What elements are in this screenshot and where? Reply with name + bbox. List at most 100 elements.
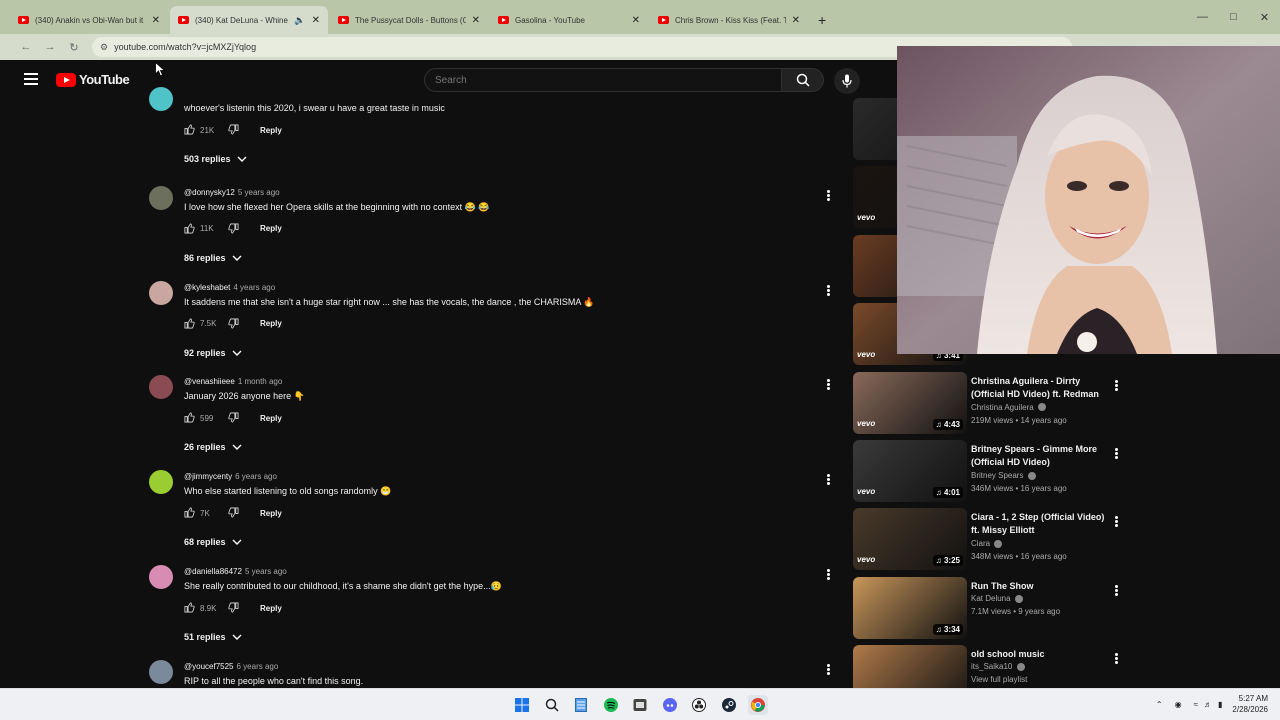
like-icon[interactable] — [184, 602, 196, 614]
comment-more-icon[interactable] — [826, 284, 832, 297]
reply-button[interactable]: Reply — [260, 604, 282, 613]
spotify-icon[interactable] — [601, 695, 621, 715]
tray-chevron-icon[interactable]: ⌃ — [1156, 700, 1163, 709]
tab-close-icon[interactable]: ✕ — [152, 15, 160, 26]
avatar[interactable] — [149, 470, 173, 495]
dislike-icon[interactable] — [228, 318, 240, 330]
video-title[interactable]: Ciara - 1, 2 Step (Official Video) ft. M… — [971, 511, 1111, 537]
author-handle[interactable]: @donnysky12 — [184, 188, 235, 197]
like-icon[interactable] — [184, 412, 196, 424]
video-more-icon[interactable] — [1115, 584, 1120, 597]
windows-start-icon[interactable] — [512, 695, 532, 715]
tab-close-icon[interactable]: ✕ — [632, 15, 640, 26]
steam-icon[interactable] — [719, 695, 739, 715]
tab-close-icon[interactable]: ✕ — [472, 15, 480, 26]
dislike-icon[interactable] — [228, 507, 240, 519]
search-button[interactable] — [782, 68, 824, 92]
close-window-icon[interactable]: ✕ — [1249, 0, 1280, 34]
comment-time[interactable]: 4 years ago — [233, 283, 275, 292]
like-icon[interactable] — [184, 507, 196, 519]
author-handle[interactable]: @jimmycenty — [184, 472, 232, 481]
menu-icon[interactable] — [24, 73, 38, 85]
taskbar-search-icon[interactable] — [542, 695, 562, 715]
notepad-icon[interactable] — [571, 695, 591, 715]
video-title[interactable]: Run The Show — [971, 580, 1111, 593]
reply-button[interactable]: Reply — [260, 414, 282, 423]
dislike-icon[interactable] — [228, 124, 240, 136]
comment-author[interactable]: @kyleshabet 4 years ago — [184, 283, 275, 292]
video-title[interactable]: Britney Spears - Gimme More (Official HD… — [971, 443, 1111, 469]
view-replies-button[interactable]: 92 replies — [184, 348, 242, 358]
tab-close-icon[interactable]: ✕ — [312, 15, 320, 26]
video-more-icon[interactable] — [1115, 516, 1120, 528]
avatar[interactable] — [149, 87, 173, 111]
comment-time[interactable]: 6 years ago — [237, 662, 279, 671]
channel-name[interactable]: its_Saika10 — [971, 662, 1025, 671]
comment-time[interactable]: 5 years ago — [245, 567, 287, 576]
channel-name[interactable]: Britney Spears — [971, 471, 1036, 480]
dislike-icon[interactable] — [228, 412, 240, 424]
comment-more-icon[interactable] — [826, 189, 832, 202]
channel-text[interactable]: its_Saika10 — [971, 662, 1012, 671]
tray-app-icon[interactable]: ◉ — [1175, 700, 1182, 709]
tab-close-icon[interactable]: ✕ — [792, 15, 800, 26]
avatar[interactable] — [149, 375, 173, 400]
recommended-video[interactable]: vevo ♫ 3:25 Ciara - 1, 2 Step (Official Vi… — [853, 508, 1143, 571]
wifi-icon[interactable]: ≈ — [1194, 700, 1198, 709]
comment-more-icon[interactable] — [826, 379, 832, 391]
comment-author[interactable]: @venashiieee 1 month ago — [184, 377, 282, 386]
speaker-icon[interactable]: 🔈 — [294, 15, 305, 26]
video-thumbnail[interactable]: ♫ 3:34 — [853, 576, 967, 639]
view-replies-button[interactable]: 68 replies — [184, 537, 242, 547]
author-handle[interactable]: @venashiieee — [184, 377, 235, 386]
back-icon[interactable]: ← — [14, 41, 38, 53]
video-thumbnail[interactable]: vevo ♫ 3:25 — [853, 508, 967, 571]
recommended-video[interactable]: vevo ♫ 4:01 Britney Spears - Gimme More (O… — [853, 440, 1143, 502]
dislike-icon[interactable] — [228, 602, 240, 614]
recommended-video[interactable]: vevo ♫ 4:43 Christina Aguilera - Dirrty (O… — [853, 371, 1143, 434]
video-title[interactable]: old school music — [971, 648, 1111, 661]
browser-tab[interactable]: Gasolina - YouTube ✕ — [490, 6, 648, 34]
minimize-icon[interactable]: — — [1187, 0, 1218, 34]
avatar[interactable] — [149, 659, 173, 684]
video-thumbnail[interactable]: vevo ♫ 4:01 — [853, 440, 967, 502]
video-thumbnail[interactable]: vevo ♫ 4:43 — [853, 371, 967, 434]
comment-author[interactable]: @youcef7525 6 years ago — [184, 662, 278, 671]
video-more-icon[interactable] — [1115, 653, 1120, 665]
battery-icon[interactable]: ▮ — [1218, 700, 1222, 709]
author-handle[interactable]: @daniella86472 — [184, 567, 242, 576]
browser-tab[interactable]: Chris Brown - Kiss Kiss (Feat. T- ✕ — [650, 6, 808, 34]
view-replies-button[interactable]: 26 replies — [184, 442, 242, 452]
channel-text[interactable]: Kat Deluna — [971, 594, 1011, 603]
clock[interactable]: 5:27 AM 2/28/2026 — [1232, 693, 1268, 715]
browser-tab[interactable]: The Pussycat Dolls - Buttons (O ✕ — [330, 6, 488, 34]
comment-time[interactable]: 1 month ago — [238, 377, 282, 386]
view-replies-button[interactable]: 51 replies — [184, 632, 242, 642]
dislike-icon[interactable] — [228, 223, 240, 235]
reload-icon[interactable]: ↻ — [62, 41, 86, 54]
video-more-icon[interactable] — [1115, 379, 1120, 392]
view-replies-button[interactable]: 86 replies — [184, 253, 242, 263]
obs-icon[interactable] — [689, 695, 709, 715]
view-replies-button[interactable]: 503 replies — [184, 154, 247, 164]
comment-author[interactable]: @daniella86472 5 years ago — [184, 567, 287, 576]
maximize-icon[interactable]: □ — [1218, 0, 1249, 34]
chrome-icon[interactable] — [748, 695, 768, 715]
reply-button[interactable]: Reply — [260, 319, 282, 328]
capture-app-icon[interactable] — [630, 695, 650, 715]
browser-tab[interactable]: (340) Anakin vs Obi-Wan but it ✕ — [10, 6, 168, 34]
site-info-icon[interactable]: ⚙ — [100, 42, 108, 53]
youtube-logo[interactable]: YouTube — [56, 72, 130, 87]
channel-name[interactable]: Kat Deluna — [971, 594, 1023, 603]
reply-button[interactable]: Reply — [260, 126, 282, 135]
comment-time[interactable]: 6 years ago — [235, 472, 277, 481]
reply-button[interactable]: Reply — [260, 224, 282, 233]
new-tab-button[interactable]: + — [810, 6, 834, 34]
video-title[interactable]: Christina Aguilera - Dirrty (Official HD… — [971, 375, 1111, 401]
comment-more-icon[interactable] — [826, 474, 832, 486]
comment-author[interactable]: @donnysky12 5 years ago — [184, 188, 280, 197]
avatar[interactable] — [149, 565, 173, 589]
channel-text[interactable]: Ciara — [971, 539, 990, 548]
like-icon[interactable] — [184, 223, 196, 235]
forward-icon[interactable]: → — [38, 41, 62, 53]
